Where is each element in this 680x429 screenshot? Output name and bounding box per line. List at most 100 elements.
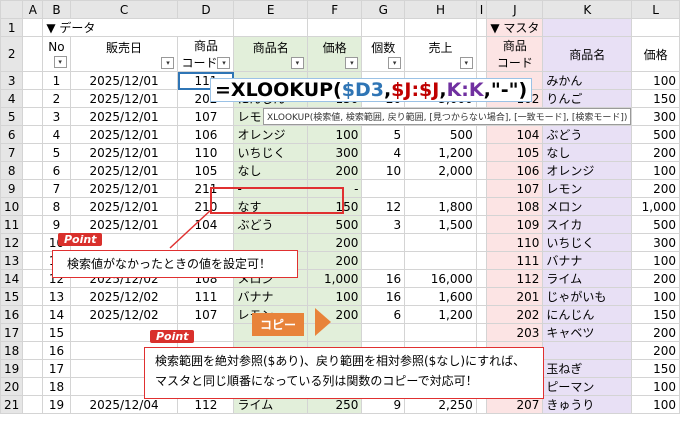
master-cell-name[interactable]: じゃがいも	[542, 287, 633, 306]
master-cell-code[interactable]: 108	[486, 197, 544, 216]
master-cell-code[interactable]: 203	[486, 323, 544, 342]
cell-price[interactable]: 1,000	[306, 269, 363, 288]
cell-sales[interactable]	[404, 251, 477, 270]
master-cell-code[interactable]: 109	[486, 215, 544, 234]
cell[interactable]	[22, 197, 44, 216]
row-header[interactable]: 7	[0, 143, 24, 162]
cell[interactable]	[22, 233, 44, 252]
cell-qty[interactable]: 3	[361, 215, 406, 234]
cell[interactable]	[22, 71, 44, 90]
cell[interactable]	[475, 215, 488, 234]
row-header[interactable]: 4	[0, 89, 24, 108]
master-cell-price[interactable]: 1,000	[631, 197, 680, 216]
master-cell-name[interactable]: オレンジ	[542, 161, 633, 180]
master-cell-name[interactable]: りんご	[542, 89, 633, 108]
cell-qty[interactable]: 6	[361, 305, 406, 324]
cell[interactable]	[475, 287, 488, 306]
master-cell-price[interactable]: 300	[631, 233, 680, 252]
cell-price[interactable]: 200	[306, 233, 363, 252]
cell[interactable]	[22, 377, 44, 396]
master-cell-name[interactable]: バナナ	[542, 251, 633, 270]
row-header[interactable]: 11	[0, 215, 24, 234]
cell-qty[interactable]	[361, 179, 406, 198]
row-header[interactable]: 17	[0, 323, 24, 342]
header-name[interactable]: 商品名 ▾	[233, 36, 308, 72]
row-header[interactable]: 18	[0, 341, 24, 360]
master-header-name[interactable]: 商品名	[542, 36, 633, 72]
column-header[interactable]: A	[22, 0, 44, 19]
cell-no[interactable]: 4	[42, 125, 71, 144]
row-header[interactable]: 14	[0, 269, 24, 288]
column-header[interactable]: G	[361, 0, 406, 19]
master-cell-name[interactable]: なし	[542, 143, 633, 162]
cell[interactable]	[22, 107, 44, 126]
cell-date[interactable]: 2025/12/01	[69, 179, 179, 198]
cell-sales[interactable]: 2,000	[404, 161, 477, 180]
cell-sales[interactable]: 1,600	[404, 287, 477, 306]
cell[interactable]	[22, 305, 44, 324]
cell-name[interactable]: いちじく	[233, 143, 308, 162]
column-header[interactable]: H	[404, 0, 477, 19]
cell[interactable]	[475, 305, 488, 324]
cell-date[interactable]: 2025/12/02	[69, 305, 179, 324]
cell-date[interactable]: 2025/12/01	[69, 125, 179, 144]
master-cell-price[interactable]: 200	[631, 269, 680, 288]
cell[interactable]	[475, 161, 488, 180]
cell[interactable]	[631, 18, 680, 37]
header-no[interactable]: No ▾	[42, 36, 71, 72]
filter-dropdown-icon[interactable]: ▾	[161, 57, 175, 69]
cell-code[interactable]: 111	[177, 287, 235, 306]
row-header[interactable]: 8	[0, 161, 24, 180]
cell-qty[interactable]: 5	[361, 125, 406, 144]
cell-name[interactable]: バナナ	[233, 287, 308, 306]
cell[interactable]	[475, 36, 488, 72]
cell-qty[interactable]: 16	[361, 287, 406, 306]
master-cell-name[interactable]: きゅうり	[542, 395, 633, 414]
row-header[interactable]: 12	[0, 233, 24, 252]
cell-sales[interactable]: 1,800	[404, 197, 477, 216]
cell-sales[interactable]	[404, 179, 477, 198]
cell-no[interactable]: 15	[42, 323, 71, 342]
cell[interactable]	[475, 125, 488, 144]
master-cell-code[interactable]: 111	[486, 251, 544, 270]
master-cell-price[interactable]: 100	[631, 287, 680, 306]
master-cell-price[interactable]: 300	[631, 107, 680, 126]
row-header[interactable]: 5	[0, 107, 24, 126]
row-header[interactable]: 16	[0, 305, 24, 324]
master-cell-price[interactable]: 100	[631, 395, 680, 414]
cell-code[interactable]: 106	[177, 125, 235, 144]
column-header[interactable]: B	[42, 0, 71, 19]
master-cell-name[interactable]: いちじく	[542, 233, 633, 252]
cell-sales[interactable]: 1,500	[404, 215, 477, 234]
select-all-corner[interactable]	[0, 0, 24, 19]
cell[interactable]	[22, 287, 44, 306]
cell-no[interactable]: 14	[42, 305, 71, 324]
cell-date[interactable]: 2025/12/01	[69, 71, 179, 90]
cell[interactable]	[475, 179, 488, 198]
master-cell-price[interactable]: 150	[631, 359, 680, 378]
cell-no[interactable]: 18	[42, 377, 71, 396]
cell-qty[interactable]: 12	[361, 197, 406, 216]
master-cell-name[interactable]: ライム	[542, 269, 633, 288]
cell-price[interactable]: 200	[306, 251, 363, 270]
cell-no[interactable]: 17	[42, 359, 71, 378]
master-cell-price[interactable]: 200	[631, 179, 680, 198]
cell-date[interactable]: 2025/12/01	[69, 215, 179, 234]
cell[interactable]	[22, 341, 44, 360]
cell[interactable]	[22, 18, 44, 37]
header-qty[interactable]: 個数 ▾	[361, 36, 406, 72]
master-cell-price[interactable]: 100	[631, 251, 680, 270]
header-date[interactable]: 販売日 ▾	[69, 36, 179, 72]
master-cell-name[interactable]: レモン	[542, 179, 633, 198]
master-cell-code[interactable]: 106	[486, 161, 544, 180]
column-header[interactable]: F	[306, 0, 363, 19]
cell[interactable]	[22, 179, 44, 198]
cell-price[interactable]: 100	[306, 125, 363, 144]
cell-date[interactable]: 2025/12/01	[69, 107, 179, 126]
master-cell-name[interactable]: みかん	[542, 71, 633, 90]
filter-dropdown-icon[interactable]: ▾	[345, 57, 359, 69]
master-cell-code[interactable]: 104	[486, 125, 544, 144]
master-cell-price[interactable]: 150	[631, 305, 680, 324]
header-price[interactable]: 価格 ▾	[306, 36, 363, 72]
cell[interactable]	[475, 233, 488, 252]
